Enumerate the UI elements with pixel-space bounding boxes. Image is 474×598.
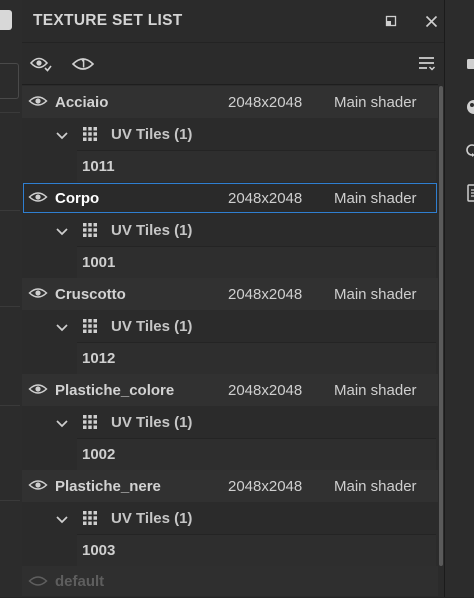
document-icon[interactable] [465,184,474,202]
left-dock-strip [0,0,23,597]
uv-tile-row[interactable]: 1002 [22,438,438,470]
solo-visibility-icon[interactable] [70,53,96,75]
uv-tile-id: 1003 [82,542,116,559]
divider [0,500,20,501]
panel-title: TEXTURE SET LIST [33,12,183,29]
uv-tile-id: 1001 [82,254,116,271]
divider [0,306,20,307]
texture-set-resolution: 2048x2048 [228,477,303,495]
chevron-down-icon[interactable] [55,128,69,146]
texture-set-resolution: 2048x2048 [228,285,303,303]
texture-set-name: Acciaio [55,93,109,111]
texture-set-shader: Main shader [334,381,417,399]
texture-set-shader: Main shader [334,477,417,495]
chevron-down-icon[interactable] [55,512,69,530]
grid-icon [82,414,98,435]
texture-set-row[interactable]: Plastiche_colore 2048x2048 Main shader [22,374,438,406]
list-options-icon[interactable] [414,53,440,75]
divider [0,405,20,406]
history-icon[interactable] [465,142,474,158]
uv-tiles-row[interactable]: UV Tiles (1) [22,502,438,534]
uv-tile-row[interactable]: 1003 [22,534,438,566]
close-icon[interactable] [422,12,440,30]
texture-set-row[interactable]: Acciaio 2048x2048 Main shader [22,86,438,118]
eye-icon[interactable] [28,94,48,113]
scrollbar-thumb[interactable] [439,86,443,566]
texture-set-shader: Main shader [334,189,417,207]
panel-header: TEXTURE SET LIST [22,0,444,42]
texture-set-list-panel: TEXTURE SET LIST Acciaio 2048x2048 Main … [22,0,444,597]
panel-toolbar [22,42,444,85]
grid-icon [82,222,98,243]
divider [0,210,20,211]
chevron-down-icon[interactable] [55,320,69,338]
visibility-toggle-icon[interactable] [28,53,54,75]
grid-icon [82,510,98,531]
uv-tiles-row[interactable]: UV Tiles (1) [22,118,438,150]
uv-tile-row[interactable]: 1011 [22,150,438,182]
uv-tiles-label: UV Tiles (1) [111,509,193,527]
uv-tiles-label: UV Tiles (1) [111,317,193,335]
uv-tile-row[interactable]: 1012 [22,342,438,374]
texture-set-row[interactable]: Cruscotto 2048x2048 Main shader [22,278,438,310]
texture-set-row[interactable]: Plastiche_nere 2048x2048 Main shader [22,470,438,502]
texture-set-name: default [55,572,105,590]
uv-tile-row[interactable]: 1001 [22,246,438,278]
eye-icon[interactable] [28,478,48,497]
texture-set-name: Corpo [55,189,100,207]
texture-set-resolution: 2048x2048 [228,381,303,399]
material-icon[interactable] [465,99,474,115]
grid-icon [82,318,98,339]
eye-icon[interactable] [28,574,48,593]
texture-set-resolution: 2048x2048 [228,93,303,111]
right-dock-strip [444,0,474,597]
texture-set-list: Acciaio 2048x2048 Main shader UV Tiles (… [22,84,438,598]
uv-tiles-row[interactable]: UV Tiles (1) [22,214,438,246]
uv-tile-id: 1002 [82,446,116,463]
chevron-down-icon[interactable] [55,416,69,434]
camera-icon[interactable] [0,10,12,30]
chevron-down-icon[interactable] [55,224,69,242]
uv-tiles-row[interactable]: UV Tiles (1) [22,310,438,342]
texture-set-shader: Main shader [334,285,417,303]
uv-tiles-label: UV Tiles (1) [111,413,193,431]
texture-set-name: Plastiche_nere [55,477,161,495]
uv-tiles-row[interactable]: UV Tiles (1) [22,406,438,438]
uv-tile-id: 1011 [82,158,115,175]
texture-set-resolution: 2048x2048 [228,189,303,207]
grid-icon [82,126,98,147]
eye-icon[interactable] [28,382,48,401]
eye-icon[interactable] [28,286,48,305]
maximize-icon[interactable] [382,12,400,30]
layers-icon[interactable] [465,56,474,72]
texture-set-name: Plastiche_colore [55,381,175,399]
uv-tiles-label: UV Tiles (1) [111,221,193,239]
texture-set-row[interactable]: Corpo 2048x2048 Main shader [22,182,438,214]
divider [0,112,20,113]
uv-tile-id: 1012 [82,350,116,367]
texture-set-name: Cruscotto [55,285,126,303]
uv-tiles-label: UV Tiles (1) [111,125,193,143]
texture-set-row-default[interactable]: default [22,566,438,596]
eye-icon[interactable] [28,190,48,209]
texture-set-shader: Main shader [334,93,417,111]
left-panel-field[interactable] [0,63,19,99]
